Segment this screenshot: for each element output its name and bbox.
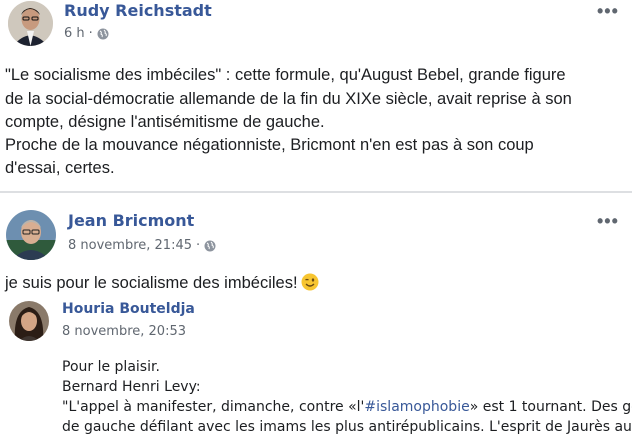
shared-text-line: Bernard Henri Levy: xyxy=(62,379,201,395)
post-text-line: Proche de la mouvance négationniste, Bri… xyxy=(5,136,534,154)
author-name[interactable]: Rudy Reichstadt xyxy=(64,1,212,20)
post-text-line: "Le socialisme des imbéciles" : cette fo… xyxy=(5,66,566,84)
more-options-button[interactable]: ••• xyxy=(597,212,619,230)
avatar[interactable] xyxy=(8,1,53,46)
shared-text-segment: » est 1 tournant. Des gens xyxy=(469,399,632,415)
avatar[interactable] xyxy=(9,301,49,341)
separator: · xyxy=(196,238,201,253)
post-meta: 8 novembre, 21:45 · xyxy=(68,238,216,253)
shared-post-time[interactable]: 8 novembre, 20:53 xyxy=(62,324,186,339)
author-photo-icon xyxy=(6,210,56,260)
post-text-line: d'essai, certes. xyxy=(5,159,115,177)
post-text-line: de la social-démocratie allemande de la … xyxy=(5,90,572,108)
shared-author-name[interactable]: Houria Bouteldja xyxy=(62,301,195,317)
post-rudy-reichstadt: Rudy Reichstadt 6 h · ••• "Le socialisme… xyxy=(0,0,632,191)
separator: · xyxy=(88,26,93,41)
post-text-line: compte, désigne l'antisémitisme de gauch… xyxy=(5,113,325,131)
post-time[interactable]: 8 novembre, 21:45 xyxy=(68,238,192,253)
post-meta: 6 h · xyxy=(64,26,109,41)
author-name[interactable]: Jean Bricmont xyxy=(68,211,194,230)
post-text-content: je suis pour le socialisme des imbéciles… xyxy=(5,274,298,292)
avatar[interactable] xyxy=(6,210,56,260)
shared-author-photo-icon xyxy=(9,301,49,341)
post-text: je suis pour le socialisme des imbéciles… xyxy=(5,271,319,295)
shared-text-line: "L'appel à manifester, dimanche, contre … xyxy=(62,397,632,418)
hashtag-link[interactable]: #islamophobie xyxy=(364,399,469,415)
shared-text-line: Pour le plaisir. xyxy=(62,359,160,375)
shared-text-line: de gauche défilant avec les imams les pl… xyxy=(62,419,632,435)
globe-icon xyxy=(97,28,109,39)
post-jean-bricmont: Jean Bricmont 8 novembre, 21:45 · ••• je… xyxy=(0,193,632,438)
post-time[interactable]: 6 h xyxy=(64,26,85,41)
winking-face-icon xyxy=(301,273,319,291)
globe-icon xyxy=(204,240,216,251)
more-options-button[interactable]: ••• xyxy=(597,2,619,20)
shared-text-segment: "L'appel à manifester, dimanche, contre … xyxy=(62,399,365,415)
author-photo-icon xyxy=(8,1,53,46)
